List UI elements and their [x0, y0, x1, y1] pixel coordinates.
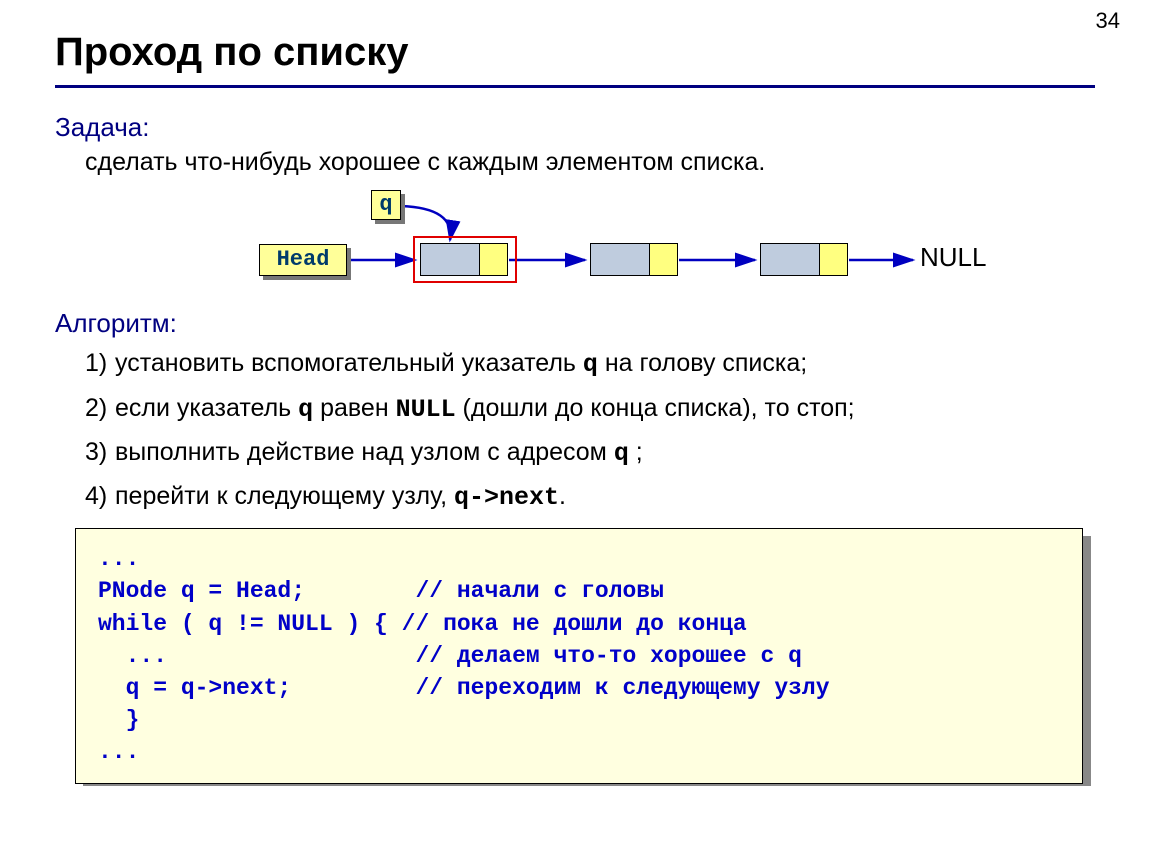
step-text: на голову списка; [598, 349, 807, 377]
step-text: если указатель [115, 394, 298, 422]
node-next [650, 243, 678, 276]
code-line: q = q->next; [98, 675, 291, 701]
step-num: 4) [85, 478, 115, 514]
step-code: q [583, 350, 598, 379]
step-3: 3)выполнить действие над узлом с адресом… [85, 434, 1095, 472]
list-node-2 [590, 243, 678, 276]
code-block: ... PNode q = Head; // начали с головы w… [75, 528, 1095, 783]
head-box: Head [259, 244, 347, 276]
node-data [420, 243, 480, 276]
code-comment: // делаем что-то хорошее с q [415, 643, 801, 669]
code-content: ... PNode q = Head; // начали с головы w… [75, 528, 1083, 783]
algorithm-label: Алгоритм: [55, 308, 1095, 339]
task-label: Задача: [55, 112, 1095, 143]
list-node-3 [760, 243, 848, 276]
step-code: q [298, 395, 313, 424]
step-code: q [614, 439, 629, 468]
step-text: равен [313, 394, 395, 422]
page-title: Проход по списку [55, 30, 1095, 79]
code-line: while ( q != NULL ) { [98, 611, 388, 637]
slide: Проход по списку Задача: сделать что-ниб… [0, 0, 1150, 804]
algorithm-steps: 1)установить вспомогательный указатель q… [85, 345, 1095, 516]
node-next [480, 243, 508, 276]
step-code: NULL [396, 395, 456, 424]
node-data [760, 243, 820, 276]
code-line: ... [98, 643, 167, 669]
step-num: 1) [85, 345, 115, 381]
step-text: (дошли до конца списка), то стоп; [456, 394, 855, 422]
list-node-1 [420, 243, 508, 276]
code-comment: // переходим к следующему узлу [415, 675, 829, 701]
step-2: 2)если указатель q равен NULL (дошли до … [85, 390, 1095, 428]
step-text: установить вспомогательный указатель [115, 349, 583, 377]
step-text: ; [629, 438, 643, 466]
code-comment: // пока не дошли до конца [402, 611, 747, 637]
code-line: } [98, 707, 139, 733]
q-pointer-box: q [371, 190, 401, 220]
step-code: q->next [454, 483, 559, 512]
title-rule [55, 85, 1095, 88]
code-line: ... [98, 739, 139, 765]
step-text: выполнить действие над узлом с адресом [115, 438, 614, 466]
task-text: сделать что-нибудь хорошее с каждым элем… [85, 147, 1095, 178]
step-text: перейти к следующему узлу, [115, 482, 454, 510]
step-1: 1)установить вспомогательный указатель q… [85, 345, 1095, 383]
code-line: ... [98, 546, 139, 572]
code-line: PNode q = Head; [98, 578, 305, 604]
step-num: 3) [85, 434, 115, 470]
null-label: NULL [920, 242, 986, 273]
step-num: 2) [85, 390, 115, 426]
code-comment: // начали с головы [415, 578, 663, 604]
node-data [590, 243, 650, 276]
linked-list-diagram: q Head NULL [225, 188, 1095, 298]
step-text: . [559, 482, 566, 510]
node-next [820, 243, 848, 276]
step-4: 4)перейти к следующему узлу, q->next. [85, 478, 1095, 516]
page-number: 34 [1096, 8, 1120, 34]
